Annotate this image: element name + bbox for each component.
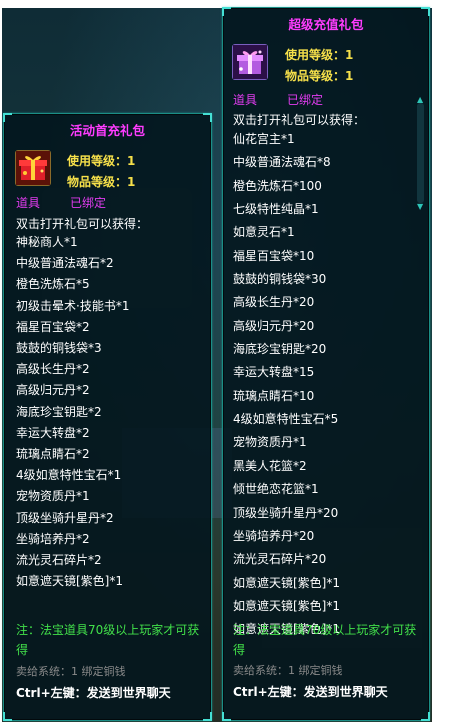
reward-item: 倾世绝恋花篮*1 bbox=[233, 482, 319, 497]
item-category: 道具 bbox=[16, 196, 41, 210]
bound-status: 已绑定 bbox=[70, 196, 107, 210]
reward-item: 橙色洗炼石*100 bbox=[233, 178, 322, 193]
corner-ornament bbox=[421, 712, 430, 721]
chat-hotkey-hint: Ctrl+左键：发送到世界聊天 bbox=[16, 686, 171, 700]
reward-item: 海底珍宝钥匙*2 bbox=[16, 404, 102, 419]
item-type-row: 道具 已绑定 bbox=[16, 194, 106, 211]
reward-item: 4级如意特性宝石*1 bbox=[16, 468, 122, 483]
reward-item: 鼓鼓的铜钱袋*3 bbox=[16, 341, 102, 356]
item-category: 道具 bbox=[233, 93, 258, 107]
item-level-label: 物品等级： bbox=[67, 175, 128, 189]
use-level-label: 使用等级： bbox=[67, 154, 128, 168]
reward-item: 流光灵石碎片*2 bbox=[16, 553, 102, 568]
reward-item: 顶级坐骑升星丹*2 bbox=[16, 510, 114, 525]
reward-item: 七级特性纯晶*1 bbox=[233, 202, 319, 217]
left-gift-tooltip: 活动首充礼包 使用等级：1 物品等级：1 道具 已绑定 双击打开礼包可以获得： 神… bbox=[3, 113, 212, 721]
use-level: 使用等级：1 bbox=[67, 152, 135, 169]
reward-item: 神秘商人*1 bbox=[16, 235, 78, 249]
reward-item: 福星百宝袋*2 bbox=[16, 319, 90, 334]
sell-price: 卖给系统：1 绑定铜钱 bbox=[16, 665, 126, 678]
corner-ornament bbox=[222, 712, 231, 721]
reward-item: 高级长生丹*2 bbox=[16, 362, 90, 377]
corner-ornament bbox=[203, 712, 212, 721]
level-requirement-note: 注：法宝道具70级以上玩家才可获得 bbox=[16, 623, 200, 657]
open-hint: 双击打开礼包可以获得： bbox=[16, 217, 149, 231]
reward-item: 4级如意特性宝石*5 bbox=[233, 412, 339, 427]
reward-item: 福星百宝袋*10 bbox=[233, 248, 315, 263]
reward-item: 如意遮天镜[紫色]*1 bbox=[16, 574, 123, 589]
reward-item: 幸运大转盘*15 bbox=[233, 365, 315, 380]
reward-item: 幸运大转盘*2 bbox=[16, 425, 90, 440]
reward-item: 初级击晕术·技能书*1 bbox=[16, 298, 130, 313]
reward-item: 中级普通法魂石*2 bbox=[16, 256, 114, 271]
tooltip-scrollbar[interactable]: ▲ ▼ bbox=[417, 95, 424, 211]
open-hint: 双击打开礼包可以获得： bbox=[233, 113, 366, 127]
bound-status: 已绑定 bbox=[287, 93, 324, 107]
reward-item: 如意遮天镜[紫色]*1 bbox=[233, 598, 340, 613]
use-level-label: 使用等级： bbox=[285, 48, 346, 62]
reward-item: 中级普通法魂石*8 bbox=[233, 155, 331, 170]
reward-item: 高级归元丹*2 bbox=[16, 383, 90, 398]
reward-list: 仙花宫主*1 中级普通法魂石*8 橙色洗炼石*100 七级特性纯晶*1 如意灵石*1 福星… bbox=[233, 128, 340, 642]
reward-item: 海底珍宝钥匙*20 bbox=[233, 342, 327, 357]
reward-item: 橙色洗炼石*5 bbox=[16, 277, 90, 292]
tooltip-title: 活动首充礼包 bbox=[69, 123, 145, 138]
level-requirement-note: 注：法宝道具70级以上玩家才可获得 bbox=[233, 623, 417, 657]
reward-item: 琉璃点睛石*10 bbox=[233, 388, 315, 403]
gift-item-icon-slot[interactable] bbox=[15, 150, 51, 186]
reward-item: 黑美人花篮*2 bbox=[233, 458, 307, 473]
reward-item: 流光灵石碎片*20 bbox=[233, 552, 327, 567]
reward-item: 高级长生丹*20 bbox=[233, 295, 315, 310]
corner-ornament bbox=[3, 712, 12, 721]
gift-item-icon-slot[interactable] bbox=[232, 44, 268, 80]
reward-item: 坐骑培养丹*2 bbox=[16, 531, 90, 546]
tooltip-title: 超级充值礼包 bbox=[288, 17, 364, 32]
scroll-up-icon[interactable]: ▲ bbox=[417, 95, 423, 104]
reward-item: 高级归元丹*20 bbox=[233, 318, 315, 333]
item-level: 物品等级：1 bbox=[67, 173, 135, 190]
purple-gift-box-icon bbox=[233, 45, 267, 79]
reward-item: 宠物资质丹*1 bbox=[16, 489, 90, 504]
reward-item: 琉璃点睛石*2 bbox=[16, 447, 90, 462]
scroll-down-icon[interactable]: ▼ bbox=[417, 202, 423, 211]
reward-item: 宠物资质丹*1 bbox=[233, 435, 307, 450]
red-gift-box-icon bbox=[16, 151, 50, 185]
reward-list: 神秘商人*1 中级普通法魂石*2 橙色洗炼石*5 初级击晕术·技能书*1 福星百宝袋*2… bbox=[16, 232, 129, 592]
use-level: 使用等级：1 bbox=[285, 46, 353, 63]
item-level-label: 物品等级： bbox=[285, 69, 346, 83]
reward-item: 如意遮天镜[紫色]*1 bbox=[233, 575, 340, 590]
right-gift-tooltip: 超级充值礼包 使用等级：1 物品等级：1 道具 已绑定 双击打开礼包可以获得： ▲… bbox=[222, 7, 430, 721]
use-level-value: 1 bbox=[345, 48, 354, 62]
item-level: 物品等级：1 bbox=[285, 67, 353, 84]
chat-hotkey-hint: Ctrl+左键：发送到世界聊天 bbox=[233, 685, 388, 699]
reward-item: 顶级坐骑升星丹*20 bbox=[233, 505, 339, 520]
use-level-value: 1 bbox=[127, 154, 136, 168]
item-type-row: 道具 已绑定 bbox=[233, 91, 323, 108]
reward-item: 鼓鼓的铜钱袋*30 bbox=[233, 272, 327, 287]
reward-item: 如意灵石*1 bbox=[233, 225, 295, 240]
sell-price: 卖给系统：1 绑定铜钱 bbox=[233, 664, 343, 677]
item-level-value: 1 bbox=[127, 175, 136, 189]
reward-item: 仙花宫主*1 bbox=[233, 132, 295, 146]
reward-item: 坐骑培养丹*20 bbox=[233, 528, 315, 543]
item-level-value: 1 bbox=[345, 69, 354, 83]
